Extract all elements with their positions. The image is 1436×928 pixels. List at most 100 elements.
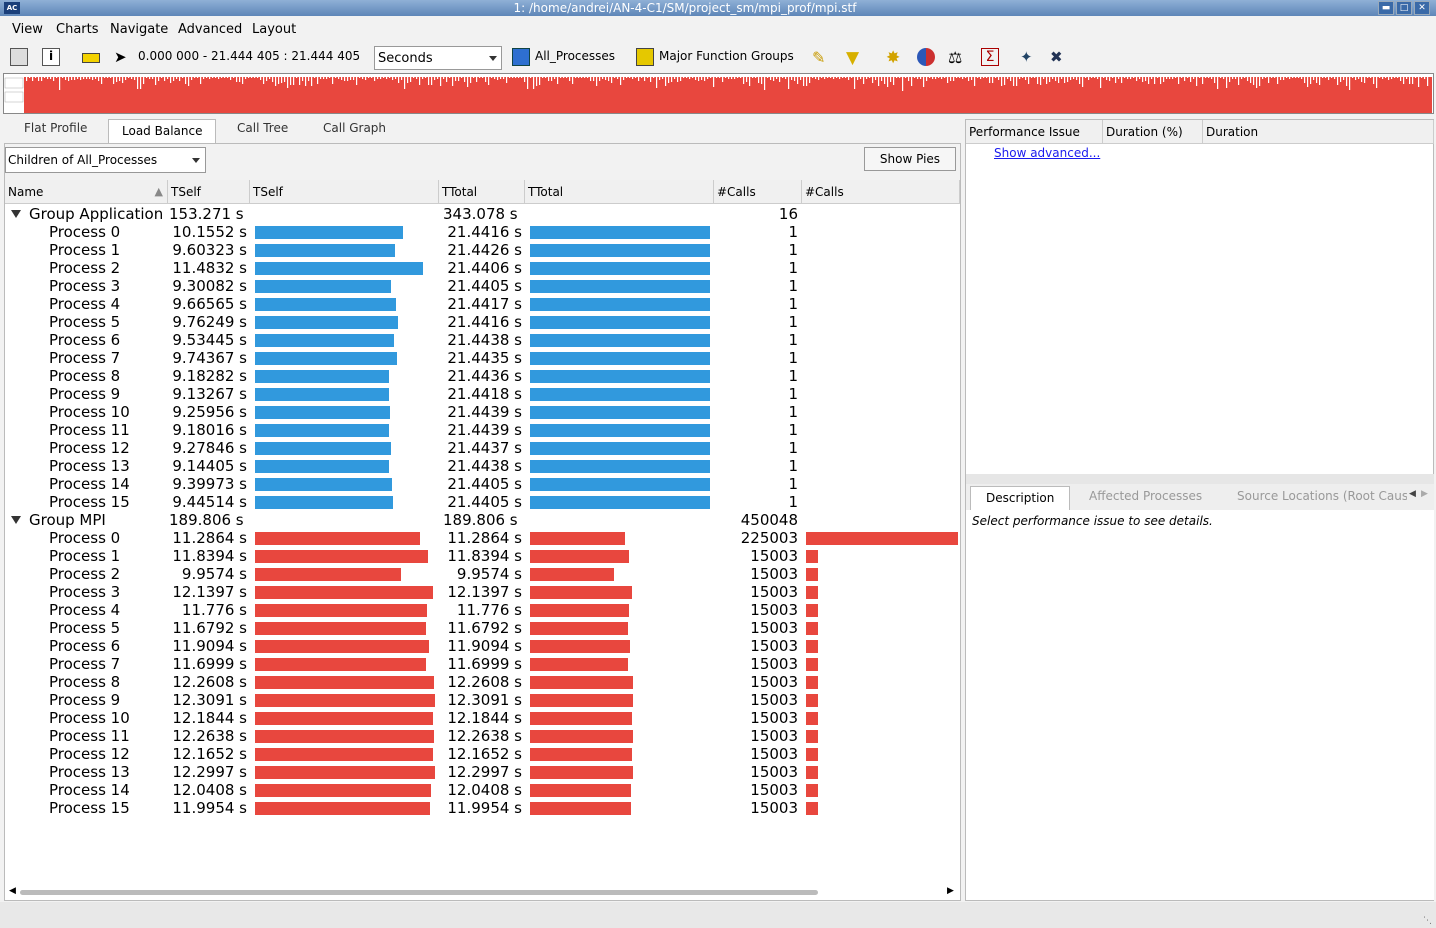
- wand-icon[interactable]: ✦: [1020, 48, 1038, 66]
- tab-flat-profile[interactable]: Flat Profile: [24, 121, 87, 135]
- expand-triangle-icon[interactable]: [11, 516, 21, 524]
- tab-affected-processes[interactable]: Affected Processes: [1089, 489, 1202, 503]
- menu-charts[interactable]: Charts: [56, 22, 99, 37]
- process-row[interactable]: Process 10 12.1844 s 12.1844 s 15003: [5, 709, 960, 727]
- tab-scroll-right-icon[interactable]: ▶: [1421, 489, 1428, 499]
- process-row[interactable]: Process 13 12.2997 s 12.2997 s 15003: [5, 763, 960, 781]
- column-header-calls[interactable]: #Calls: [714, 180, 802, 204]
- tab-scroll-left-icon[interactable]: ◀: [1409, 489, 1416, 499]
- menu-navigate[interactable]: Navigate: [110, 22, 168, 37]
- horizontal-scrollbar[interactable]: ◀ ▶: [5, 884, 960, 900]
- process-group-icon[interactable]: [512, 48, 530, 66]
- group-row[interactable]: Group MPI 189.806 s 189.806 s 450048: [5, 511, 960, 529]
- process-row[interactable]: Process 11 12.2638 s 12.2638 s 15003: [5, 727, 960, 745]
- process-calls: 1: [788, 439, 798, 457]
- process-row[interactable]: Process 7 11.6999 s 11.6999 s 15003: [5, 655, 960, 673]
- scroll-right-icon[interactable]: ▶: [947, 886, 954, 896]
- expand-triangle-icon[interactable]: [11, 210, 21, 218]
- star-burst-icon[interactable]: ✸: [886, 48, 904, 68]
- column-header-tself[interactable]: TSelf: [168, 180, 250, 204]
- column-header-name[interactable]: Name ▲: [5, 180, 168, 204]
- timeline-range-icon[interactable]: [82, 53, 100, 63]
- highlight-pen-icon[interactable]: ✎: [812, 48, 830, 67]
- timeline-overview[interactable]: [3, 73, 1434, 114]
- process-row[interactable]: Process 0 11.2864 s 11.2864 s 225003: [5, 529, 960, 547]
- process-row[interactable]: Process 6 9.53445 s 21.4438 s 1: [5, 331, 960, 349]
- process-row[interactable]: Process 0 10.1552 s 21.4416 s 1: [5, 223, 960, 241]
- column-header-duration[interactable]: Duration: [1203, 120, 1434, 144]
- process-row[interactable]: Process 14 12.0408 s 12.0408 s 15003: [5, 781, 960, 799]
- process-row[interactable]: Process 13 9.14405 s 21.4438 s 1: [5, 457, 960, 475]
- function-group-icon[interactable]: [636, 48, 654, 66]
- process-ttotal: 21.4439 s: [447, 403, 522, 421]
- process-row[interactable]: Process 8 12.2608 s 12.2608 s 15003: [5, 673, 960, 691]
- process-row[interactable]: Process 2 9.9574 s 9.9574 s 15003: [5, 565, 960, 583]
- process-row[interactable]: Process 15 9.44514 s 21.4405 s 1: [5, 493, 960, 511]
- show-advanced-link[interactable]: Show advanced...: [994, 146, 1100, 160]
- group-row[interactable]: Group Application 153.271 s 343.078 s 16: [5, 205, 960, 223]
- ttotal-bar: [530, 748, 632, 761]
- show-pies-button[interactable]: Show Pies: [864, 147, 956, 171]
- process-row[interactable]: Process 5 9.76249 s 21.4416 s 1: [5, 313, 960, 331]
- column-header-ttotal[interactable]: TTotal: [439, 180, 525, 204]
- process-row[interactable]: Process 11 9.18016 s 21.4439 s 1: [5, 421, 960, 439]
- process-row[interactable]: Process 15 11.9954 s 11.9954 s 15003: [5, 799, 960, 817]
- column-header-calls-bar[interactable]: #Calls: [802, 180, 960, 204]
- tab-description[interactable]: Description: [986, 491, 1054, 505]
- minimize-icon[interactable]: ▬: [1378, 1, 1394, 15]
- column-header-ttotal-bar[interactable]: TTotal: [525, 180, 714, 204]
- time-unit-select[interactable]: Seconds: [374, 46, 502, 70]
- zoom-arrow-icon[interactable]: ➤: [114, 48, 132, 66]
- balance-scale-icon[interactable]: ⚖: [948, 48, 966, 67]
- process-row[interactable]: Process 4 11.776 s 11.776 s 15003: [5, 601, 960, 619]
- process-row[interactable]: Process 5 11.6792 s 11.6792 s 15003: [5, 619, 960, 637]
- process-calls: 15003: [750, 727, 798, 745]
- filter-icon[interactable]: ▼: [846, 48, 864, 68]
- process-row[interactable]: Process 10 9.25956 s 21.4439 s 1: [5, 403, 960, 421]
- tab-call-tree[interactable]: Call Tree: [237, 121, 288, 135]
- column-header-duration-percent[interactable]: Duration (%): [1103, 120, 1203, 144]
- process-row[interactable]: Process 14 9.39973 s 21.4405 s 1: [5, 475, 960, 493]
- scroll-left-icon[interactable]: ◀: [9, 886, 16, 896]
- scrollbar-thumb[interactable]: [20, 890, 818, 895]
- process-row[interactable]: Process 9 12.3091 s 12.3091 s 15003: [5, 691, 960, 709]
- menu-advanced[interactable]: Advanced: [178, 22, 242, 37]
- process-filter-button[interactable]: All_Processes: [535, 49, 615, 63]
- event-timeline-icon[interactable]: [10, 48, 28, 66]
- resize-grip-icon[interactable]: ⋱: [1423, 916, 1432, 926]
- ttotal-bar: [530, 298, 710, 311]
- column-header-performance-issue[interactable]: Performance Issue: [966, 120, 1103, 144]
- pie-chart-icon[interactable]: [917, 48, 935, 66]
- process-row[interactable]: Process 1 9.60323 s 21.4426 s 1: [5, 241, 960, 259]
- menu-view[interactable]: View: [12, 22, 43, 37]
- info-icon[interactable]: i: [42, 48, 60, 66]
- process-row[interactable]: Process 8 9.18282 s 21.4436 s 1: [5, 367, 960, 385]
- process-row[interactable]: Process 12 9.27846 s 21.4437 s 1: [5, 439, 960, 457]
- tself-bar: [255, 316, 398, 329]
- tools-icon[interactable]: ✖: [1050, 48, 1068, 66]
- close-icon[interactable]: ✕: [1414, 1, 1430, 15]
- process-row[interactable]: Process 1 11.8394 s 11.8394 s 15003: [5, 547, 960, 565]
- process-row[interactable]: Process 2 11.4832 s 21.4406 s 1: [5, 259, 960, 277]
- process-row[interactable]: Process 9 9.13267 s 21.4418 s 1: [5, 385, 960, 403]
- column-header-tself-bar[interactable]: TSelf: [250, 180, 439, 204]
- process-row[interactable]: Process 7 9.74367 s 21.4435 s 1: [5, 349, 960, 367]
- sum-icon[interactable]: Σ: [981, 48, 999, 66]
- process-tself: 9.44514 s: [172, 493, 247, 511]
- children-of-combo[interactable]: Children of All_Processes: [5, 147, 206, 173]
- function-groups-button[interactable]: Major Function Groups: [659, 49, 794, 63]
- process-row[interactable]: Process 3 12.1397 s 12.1397 s 15003: [5, 583, 960, 601]
- tab-source-locations[interactable]: Source Locations (Root Caus: [1237, 489, 1407, 503]
- tab-call-graph[interactable]: Call Graph: [323, 121, 386, 135]
- process-calls: 1: [788, 403, 798, 421]
- process-row[interactable]: Process 12 12.1652 s 12.1652 s 15003: [5, 745, 960, 763]
- panel-splitter[interactable]: [966, 474, 1434, 484]
- tab-load-balance[interactable]: Load Balance: [122, 124, 202, 138]
- menu-layout[interactable]: Layout: [252, 22, 296, 37]
- maximize-icon[interactable]: □: [1396, 1, 1412, 15]
- process-row[interactable]: Process 3 9.30082 s 21.4405 s 1: [5, 277, 960, 295]
- process-ttotal: 21.4439 s: [447, 421, 522, 439]
- process-row[interactable]: Process 4 9.66565 s 21.4417 s 1: [5, 295, 960, 313]
- process-row[interactable]: Process 6 11.9094 s 11.9094 s 15003: [5, 637, 960, 655]
- tself-bar: [255, 388, 389, 401]
